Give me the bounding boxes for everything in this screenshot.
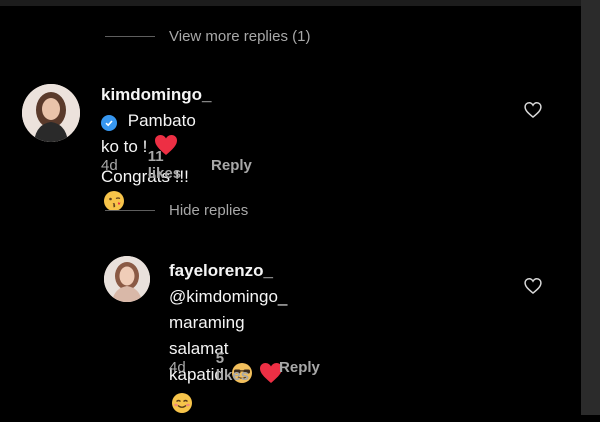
likes-count[interactable]: 11 likes [148, 148, 181, 182]
like-heart-icon[interactable] [523, 276, 543, 296]
verified-badge-icon [101, 115, 117, 131]
like-heart-icon[interactable] [523, 100, 543, 120]
reply-button[interactable]: Reply [279, 359, 320, 376]
avatar[interactable] [104, 256, 150, 302]
avatar-photo [104, 256, 150, 302]
avatar[interactable] [22, 84, 80, 142]
view-more-replies-button[interactable]: View more replies (1) [105, 28, 310, 45]
hide-replies-label: Hide replies [169, 202, 249, 219]
divider-line [105, 36, 155, 37]
comment-username[interactable]: kimdomingo_ [101, 85, 212, 104]
hide-replies-button[interactable]: Hide replies [105, 202, 248, 219]
avatar-photo [22, 84, 80, 142]
comment-username[interactable]: fayelorenzo_ [169, 261, 273, 280]
smiling-hearts-face-emoji [171, 392, 193, 422]
view-more-replies-label: View more replies (1) [169, 28, 311, 45]
reply-button[interactable]: Reply [211, 157, 252, 174]
top-edge [0, 0, 581, 6]
comment-timestamp: 4d [169, 358, 186, 376]
comment-timestamp: 4d [101, 156, 118, 174]
mention-link[interactable]: @kimdomingo_ [169, 287, 287, 306]
likes-count[interactable]: 5 likes [216, 350, 249, 384]
divider-line [105, 210, 155, 211]
scrollbar[interactable] [581, 0, 600, 415]
